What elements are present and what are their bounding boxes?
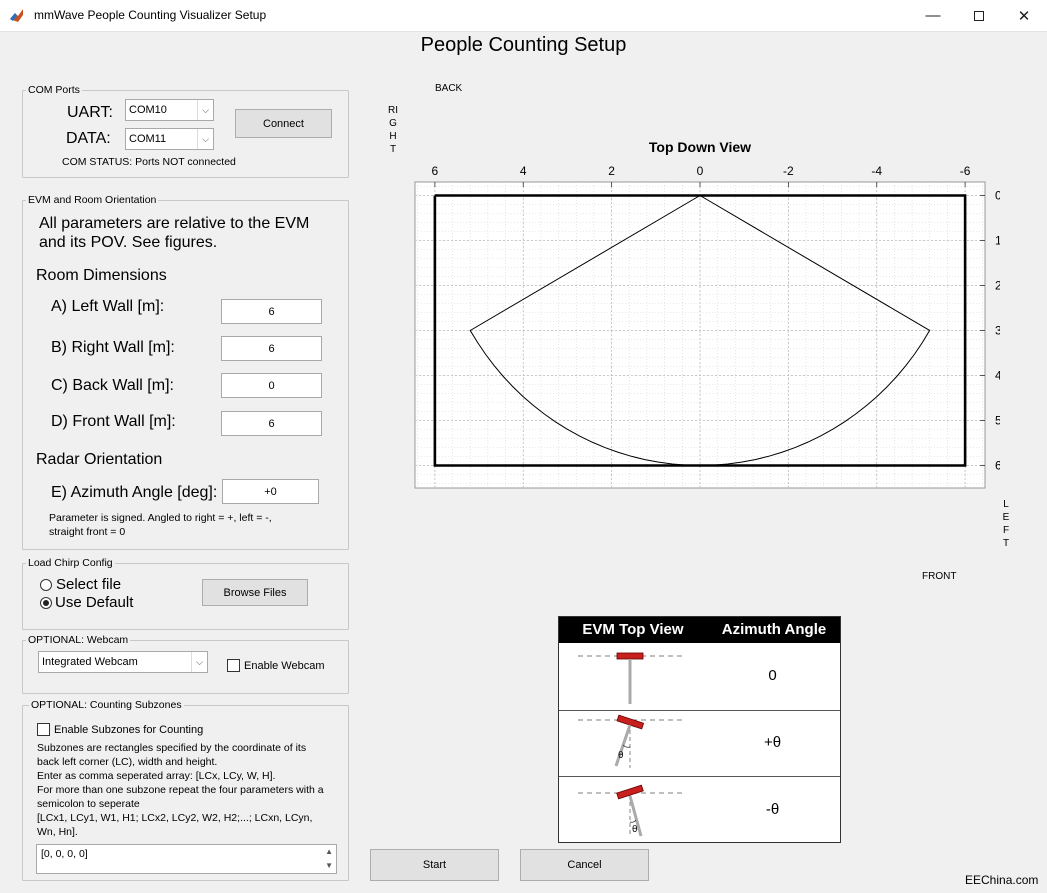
front-label: FRONT <box>922 571 957 582</box>
y-tick-label: 0 <box>995 189 1000 203</box>
azimuth-angle-header: Azimuth Angle <box>721 621 827 638</box>
use-default-radio[interactable] <box>40 597 52 609</box>
azimuth-label: E) Azimuth Angle [deg]: <box>51 484 218 501</box>
azimuth-row-3-angle: -θ <box>765 801 780 818</box>
x-tick-label: 0 <box>697 164 704 178</box>
close-button[interactable]: ✕ <box>1001 0 1047 31</box>
x-tick-label: -6 <box>960 164 971 178</box>
row-divider <box>559 776 840 777</box>
com-status-text: COM STATUS: Ports NOT connected <box>62 156 236 168</box>
data-port-value: COM11 <box>129 133 167 145</box>
evm-left-angle-icon: θ <box>578 784 685 837</box>
uart-port-select[interactable]: COM10 ⌵ <box>125 99 214 121</box>
scroll-down-icon[interactable]: ▼ <box>325 861 333 870</box>
scroll-up-icon[interactable]: ▲ <box>325 847 333 856</box>
subzones-desc-6: [LCx1, LCy1, W1, H1; LCx2, LCy2, W2, H2;… <box>37 812 313 824</box>
room-dimensions-heading: Room Dimensions <box>36 267 167 284</box>
use-default-label: Use Default <box>55 594 134 611</box>
left-label: LEFT <box>1002 499 1010 549</box>
enable-subzones-checkbox[interactable] <box>37 723 50 736</box>
x-tick-label: 4 <box>520 164 527 178</box>
front-wall-input[interactable]: 6 <box>221 411 322 436</box>
theta-label: θ <box>618 751 624 761</box>
close-icon: ✕ <box>1017 7 1031 25</box>
window-title: mmWave People Counting Visualizer Setup <box>34 8 267 22</box>
right-wall-input[interactable]: 6 <box>221 336 322 361</box>
watermark: EEChina.com <box>965 873 1039 887</box>
azimuth-input[interactable]: +0 <box>222 479 319 504</box>
webcam-device-value: Integrated Webcam <box>42 656 138 668</box>
left-wall-label: A) Left Wall [m]: <box>51 298 165 315</box>
subzones-desc-2: back left corner (LC), width and height. <box>37 756 218 768</box>
y-tick-label: 2 <box>995 279 1000 293</box>
subzones-desc-4: For more than one subzone repeat the fou… <box>37 784 324 796</box>
chirp-config-legend: Load Chirp Config <box>26 557 115 569</box>
top-down-view-chart: 6 4 2 0 -2 -4 -6 0 1 2 3 4 5 6 <box>414 164 1000 489</box>
intro-line-1: All parameters are relative to the EVM <box>39 215 310 232</box>
evm-top-view-header: EVM Top View <box>582 621 684 638</box>
connect-button[interactable]: Connect <box>235 109 332 138</box>
data-label: DATA: <box>66 130 111 147</box>
azimuth-note-line-1: Parameter is signed. Angled to right = +… <box>49 512 272 524</box>
front-wall-label: D) Front Wall [m]: <box>51 413 176 430</box>
back-wall-input[interactable]: 0 <box>221 373 322 398</box>
enable-webcam-label: Enable Webcam <box>244 660 325 672</box>
uart-port-value: COM10 <box>129 104 167 116</box>
y-tick-label: 6 <box>995 459 1000 473</box>
page-title: People Counting Setup <box>420 34 627 56</box>
x-tick-label: 2 <box>608 164 615 178</box>
x-tick-label: -4 <box>871 164 882 178</box>
x-tick-label: -2 <box>783 164 794 178</box>
back-label: BACK <box>435 83 463 94</box>
azimuth-row-1-angle: 0 <box>768 667 777 684</box>
webcam-device-select[interactable]: Integrated Webcam ⌵ <box>38 651 208 673</box>
subzones-desc-5: semicolon to seperate <box>37 798 140 810</box>
evm-right-angle-icon: θ <box>578 714 685 768</box>
matlab-app-icon <box>10 9 23 22</box>
data-port-select[interactable]: COM11 ⌵ <box>125 128 214 150</box>
chevron-down-icon: ⌵ <box>191 652 207 672</box>
subzones-input-value: [0, 0, 0, 0] <box>41 848 88 860</box>
maximize-button[interactable] <box>956 0 1002 31</box>
chevron-down-icon: ⌵ <box>197 100 213 120</box>
radar-orientation-heading: Radar Orientation <box>36 451 163 468</box>
azimuth-row-2-angle: +θ <box>763 734 782 751</box>
y-tick-label: 1 <box>995 234 1000 248</box>
right-label: RIGHT <box>388 105 398 155</box>
enable-webcam-checkbox[interactable] <box>227 659 240 672</box>
chevron-down-icon: ⌵ <box>197 129 213 149</box>
select-file-label: Select file <box>56 576 122 593</box>
uart-label: UART: <box>67 104 113 121</box>
left-wall-input[interactable]: 6 <box>221 299 322 324</box>
y-tick-label: 5 <box>995 414 1000 428</box>
subzones-desc-1: Subzones are rectangles specified by the… <box>37 742 307 754</box>
subzones-legend: OPTIONAL: Counting Subzones <box>29 699 184 711</box>
y-tick-label: 3 <box>995 324 1000 338</box>
intro-line-2: and its POV. See figures. <box>39 234 218 251</box>
maximize-icon <box>974 10 984 21</box>
webcam-legend: OPTIONAL: Webcam <box>26 634 131 646</box>
cancel-button[interactable]: Cancel <box>520 849 649 881</box>
enable-subzones-label: Enable Subzones for Counting <box>54 724 204 736</box>
evm-room-legend: EVM and Room Orientation <box>26 194 159 206</box>
row-divider <box>559 710 840 711</box>
com-ports-legend: COM Ports <box>26 84 82 96</box>
subzones-desc-3: Enter as comma seperated array: [LCx, LC… <box>37 770 276 782</box>
theta-label: θ <box>632 825 638 835</box>
subzones-desc-7: Wn, Hn]. <box>37 826 78 838</box>
browse-files-button[interactable]: Browse Files <box>202 579 308 606</box>
azimuth-note-line-2: straight front = 0 <box>49 526 126 538</box>
evm-straight-icon <box>578 652 685 704</box>
minimize-button[interactable]: — <box>910 0 956 31</box>
y-tick-label: 4 <box>995 369 1000 383</box>
subzones-input[interactable]: [0, 0, 0, 0] ▲ ▼ <box>36 844 337 874</box>
back-wall-label: C) Back Wall [m]: <box>51 377 174 394</box>
x-tick-label: 6 <box>432 164 439 178</box>
right-wall-label: B) Right Wall [m]: <box>51 339 175 356</box>
minimize-icon: — <box>925 7 941 24</box>
azimuth-table: EVM Top View Azimuth Angle 0 θ +θ θ -θ <box>558 616 841 843</box>
start-button[interactable]: Start <box>370 849 499 881</box>
select-file-radio[interactable] <box>40 579 52 591</box>
